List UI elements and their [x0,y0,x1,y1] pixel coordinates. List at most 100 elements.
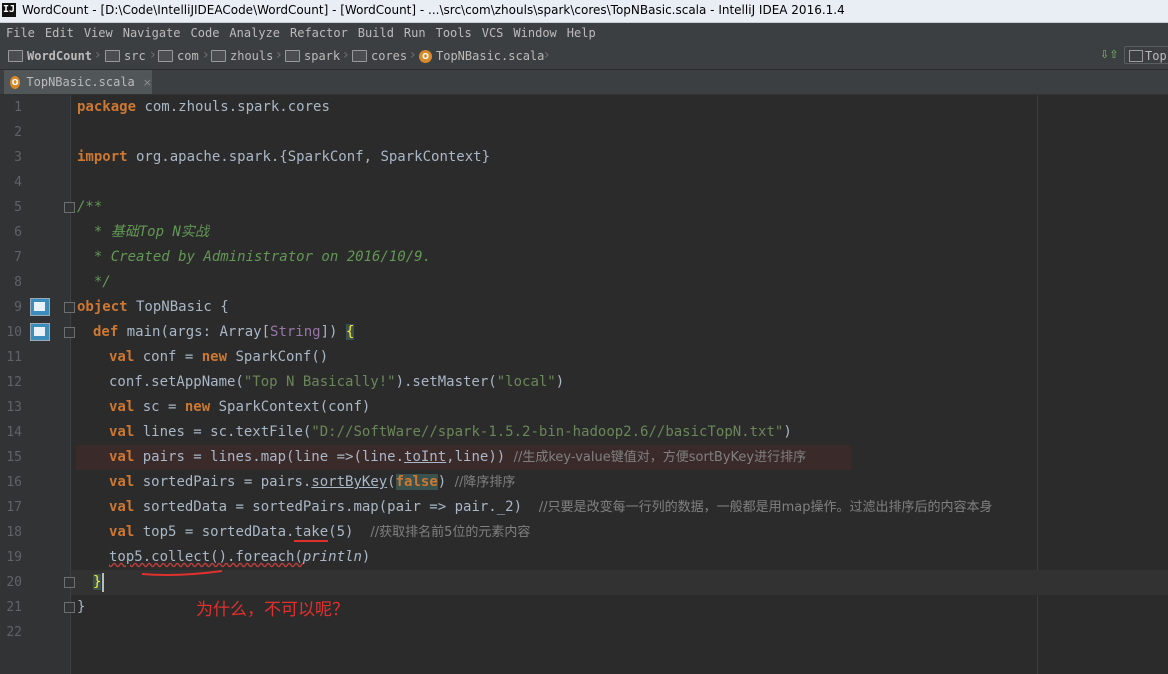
menu-window[interactable]: Window [507,23,560,43]
scala-object-icon: O [10,75,21,89]
keyword: val [109,349,135,365]
line-number: 1 [14,100,22,115]
code-text: conf = [134,349,202,365]
breadcrumb-label: cores [371,49,408,63]
fold-toggle-icon[interactable] [64,202,75,213]
code-text: org.apache.spark.{SparkConf, SparkContex… [127,149,491,165]
code-text: pairs = lines.map(line =>(line. [134,449,405,465]
code-text: ) [437,474,455,490]
tab-label: TopNBasic.scala [26,75,135,89]
code-line-12: conf.setAppName("Top N Basically!").setM… [109,370,564,395]
code-text: TopNBasic { [127,299,229,315]
breadcrumb-label: src [124,49,146,63]
red-underline-mark [141,570,223,576]
tab-topnbasic-scala[interactable]: O TopNBasic.scala × [4,70,152,94]
keyword: val [109,524,135,540]
window-title: WordCount - [D:\Code\IntelliJIDEACode\Wo… [22,3,845,17]
intellij-icon: IJ [2,3,16,17]
keyword: new [184,399,211,415]
breadcrumb-label: zhouls [230,49,274,63]
line-number: 12 [6,375,22,390]
folder-icon [211,50,226,62]
menu-analyze[interactable]: Analyze [223,23,284,43]
project-folder-icon [8,50,23,62]
run-object-icon[interactable] [30,298,50,316]
breadcrumb-separator-icon: › [150,47,156,63]
menu-edit[interactable]: Edit [39,23,78,43]
code-text: main(args: Array[ [118,324,271,340]
fold-toggle-icon[interactable] [64,327,75,338]
menu-navigate[interactable]: Navigate [117,23,185,43]
code-line-7: * Created by Administrator on 2016/10/9. [77,249,432,265]
keyword: val [109,399,135,415]
keyword: import [77,149,128,165]
code-line-10: def main(args: Array[String]) { [93,320,355,345]
string-literal: "D://SoftWare//spark-1.5.2-bin-hadoop2.6… [311,424,784,440]
keyword: val [109,449,135,465]
breadcrumb-com[interactable]: com [158,48,199,64]
line-number: 11 [6,350,22,365]
function-name: println [302,549,362,565]
line-number: 9 [14,300,22,315]
menu-file[interactable]: File [0,23,39,43]
line-number: 18 [6,525,22,540]
breadcrumb-separator-icon: › [203,47,209,63]
line-number: 21 [6,600,22,615]
line-number: 2 [14,125,22,140]
string-literal: "local" [496,374,556,390]
folder-icon [352,50,367,62]
breadcrumb-separator-icon: › [544,47,550,63]
breadcrumb-separator-icon: › [95,47,101,63]
fold-toggle-icon[interactable] [64,602,75,613]
menu-refactor[interactable]: Refactor [284,23,352,43]
code-line-13: val sc = new SparkContext(conf) [109,395,370,420]
code-editor[interactable]: 1 2 3 4 5 6 7 8 9 10 11 12 13 14 15 16 1… [0,95,1168,674]
text-caret [102,573,104,592]
breadcrumb-file[interactable]: O TopNBasic.scala [419,48,544,64]
implicit-call: sortByKey [311,474,388,490]
run-config-dropdown[interactable]: Top [1124,46,1168,64]
code-line-20: } [93,570,102,595]
code-text: SparkContext(conf) [210,399,371,415]
code-text: conf.setAppName( [109,374,244,390]
folder-icon [105,50,120,62]
fold-toggle-icon[interactable] [64,302,75,313]
line-number: 10 [6,325,22,340]
keyword: new [201,349,228,365]
code-line-9: object TopNBasic { [77,295,229,320]
breadcrumb-src[interactable]: src [105,48,146,64]
line-number: 7 [14,250,22,265]
run-main-icon[interactable] [30,323,50,341]
breadcrumb-cores[interactable]: cores [352,48,407,64]
line-number: 4 [14,175,22,190]
line-comment: //降序排序 [454,475,516,490]
menu-tools[interactable]: Tools [430,23,476,43]
sort-arrows-icon[interactable]: ⇩⇧ [1100,48,1118,61]
menu-run[interactable]: Run [398,23,430,43]
close-tab-icon[interactable]: × [143,76,152,89]
code-text: (5) [328,524,371,540]
menu-build[interactable]: Build [352,23,398,43]
fold-toggle-icon[interactable] [64,577,75,588]
keyword: val [109,499,135,515]
line-comment: //生成key-value键值对，方便sortByKey进行排序 [513,450,807,465]
keyword: package [77,99,137,115]
code-line-3: import org.apache.spark.{SparkConf, Spar… [77,145,490,170]
code-text: com.zhouls.spark.cores [136,99,330,115]
menu-vcs[interactable]: VCS [476,23,508,43]
code-text: ) [361,549,371,565]
annotation-question: 为什么，不可以呢？ [196,600,349,620]
config-icon [1129,50,1143,62]
line-number: 19 [6,550,22,565]
breadcrumb-wordcount[interactable]: WordCount [8,48,92,64]
line-number: 3 [14,150,22,165]
keyword: val [109,474,135,490]
menu-help[interactable]: Help [561,23,600,43]
breadcrumb-zhouls[interactable]: zhouls [211,48,273,64]
menu-view[interactable]: View [78,23,117,43]
code-line-1: package com.zhouls.spark.cores [77,95,330,120]
breadcrumb-spark[interactable]: spark [285,48,340,64]
line-number: 8 [14,275,22,290]
code-line-11: val conf = new SparkConf() [109,345,328,370]
menu-code[interactable]: Code [185,23,224,43]
